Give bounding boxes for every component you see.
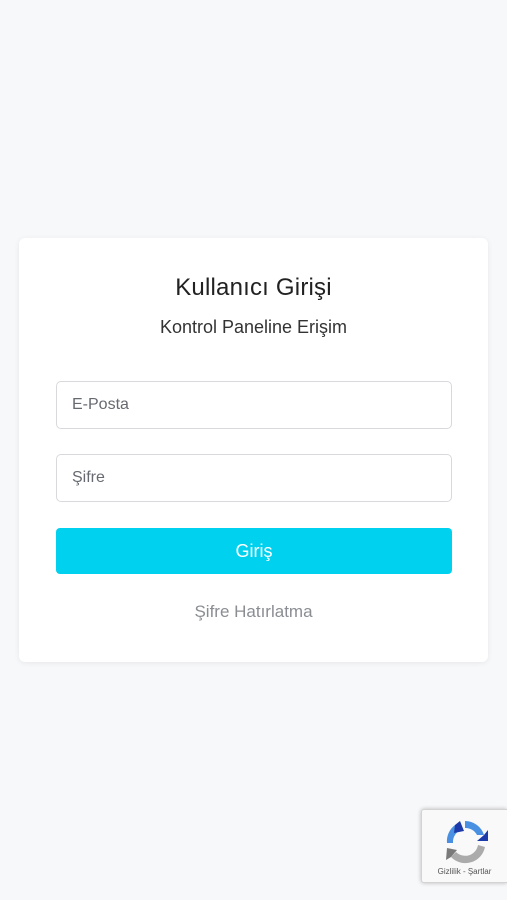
privacy-link[interactable]: Gizlilik [438,867,461,876]
login-button[interactable]: Giriş [56,528,452,574]
password-field[interactable] [56,454,452,502]
recaptcha-badge[interactable]: Gizlilik - Şartlar [421,809,507,883]
terms-link[interactable]: Şartlar [468,867,492,876]
recaptcha-icon [446,821,488,864]
page-subtitle: Kontrol Paneline Erişim [159,317,348,337]
page-title: Kullanıcı Girişi [175,274,332,301]
email-field[interactable] [56,381,452,429]
login-card: Kullanıcı Girişi Kontrol Paneline Erişim… [19,238,488,662]
forgot-password-link[interactable]: Şifre Hatırlatma [19,602,488,622]
recaptcha-links: Gizlilik - Şartlar [422,867,507,876]
links-separator: - [460,867,468,876]
